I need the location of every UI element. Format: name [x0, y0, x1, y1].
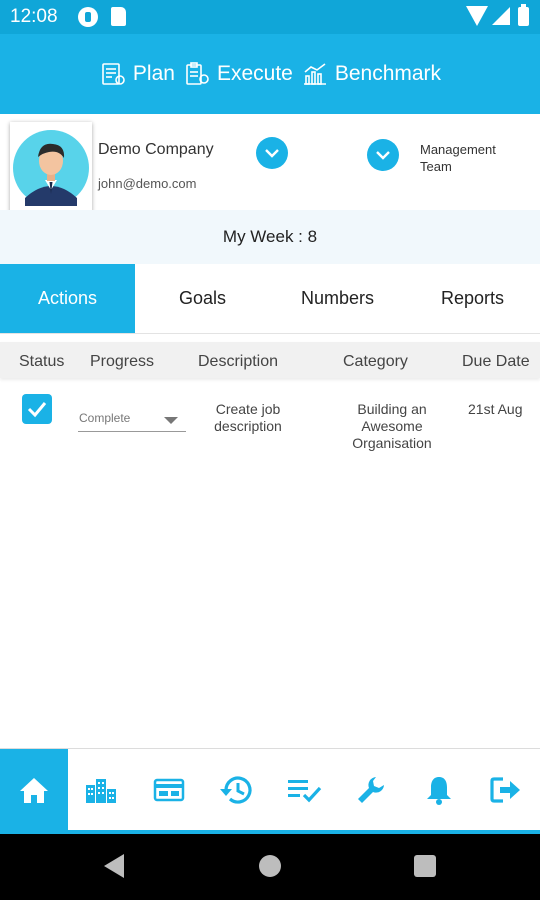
execute-label: Execute [216, 62, 293, 85]
status-bar: 12:08 [0, 0, 540, 34]
history-icon [220, 776, 252, 804]
tab-actions[interactable]: Actions [0, 264, 135, 333]
company-dropdown-button[interactable] [256, 137, 288, 169]
chevron-down-icon [376, 151, 390, 160]
nav-tools[interactable] [338, 749, 406, 830]
logout-icon [490, 776, 521, 803]
team-dropdown-button[interactable] [367, 139, 399, 171]
nav-notifications[interactable] [405, 749, 473, 830]
app-banner: Plan Execute Benchmark [0, 34, 540, 114]
back-icon[interactable] [104, 854, 124, 878]
home-icon [19, 777, 48, 803]
team-name: Management Team [420, 141, 496, 175]
battery-icon [518, 4, 529, 26]
company-name: Demo Company [98, 141, 214, 158]
checklist-icon [287, 779, 321, 802]
bell-icon [426, 776, 451, 805]
table-header: Status Progress Description Category Due… [0, 342, 540, 378]
nav-organisation[interactable] [68, 749, 136, 830]
progress-value: Complete [79, 411, 131, 425]
profile-section: Demo Company john@demo.com Management Te… [0, 114, 540, 216]
benchmark-label: Benchmark [334, 62, 442, 85]
execute-item: Execute [183, 60, 293, 88]
row-description: Create job description [214, 401, 282, 434]
user-avatar-icon [13, 130, 89, 206]
nav-home[interactable] [0, 749, 68, 830]
nav-checklist[interactable] [270, 749, 338, 830]
nav-history[interactable] [203, 749, 271, 830]
recents-icon[interactable] [414, 855, 436, 877]
tab-goals[interactable]: Goals [135, 264, 270, 333]
execute-icon [186, 62, 209, 85]
benchmark-icon [303, 63, 326, 85]
app-notification-icon [78, 7, 98, 27]
wifi-icon [466, 6, 488, 26]
header-due-date: Due Date [462, 353, 530, 370]
nav-cards[interactable] [135, 749, 203, 830]
avatar[interactable] [10, 122, 92, 216]
week-indicator: My Week : 8 [0, 210, 540, 264]
home-circle-icon[interactable] [259, 855, 281, 877]
table-row[interactable]: Complete Create job description Building… [0, 390, 540, 470]
dropdown-arrow-icon [164, 417, 178, 424]
header-progress: Progress [90, 353, 155, 370]
team-name-line2: Team [420, 159, 452, 174]
status-checkbox[interactable] [22, 394, 52, 424]
plan-label: Plan [132, 62, 175, 85]
tab-reports[interactable]: Reports [405, 264, 540, 333]
card-icon [153, 778, 184, 801]
bottom-nav [0, 748, 540, 834]
wrench-icon [358, 776, 385, 803]
week-label: My Week : 8 [222, 227, 318, 246]
status-time: 12:08 [10, 6, 58, 27]
system-navigation-bar [0, 834, 540, 900]
nav-logout[interactable] [473, 749, 540, 830]
sd-card-icon [111, 7, 126, 26]
plan-icon [102, 63, 125, 85]
header-status: Status [19, 353, 65, 370]
team-name-line1: Management [420, 142, 496, 157]
row-category: Building an Awesome Organisation [352, 401, 432, 451]
progress-dropdown[interactable]: Complete [78, 408, 186, 432]
tab-numbers[interactable]: Numbers [270, 264, 405, 333]
user-email: john@demo.com [98, 176, 197, 191]
plan-item: Plan [99, 60, 175, 88]
row-due-date: 21st Aug [468, 401, 523, 417]
check-icon [27, 402, 47, 418]
header-category: Category [343, 353, 408, 370]
signal-icon [492, 7, 510, 25]
buildings-icon [86, 778, 117, 803]
tab-bar: Actions Goals Numbers Reports [0, 264, 540, 334]
benchmark-item: Benchmark [301, 60, 441, 88]
header-description: Description [198, 353, 279, 370]
chevron-down-icon [265, 149, 279, 158]
